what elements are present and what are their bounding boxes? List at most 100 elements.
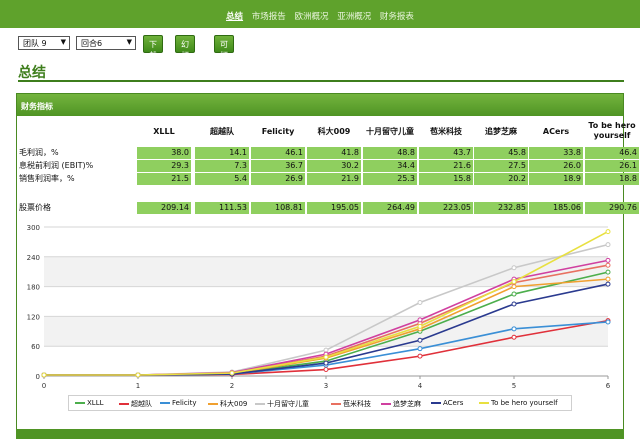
legend-item[interactable]: 超越队: [119, 399, 152, 409]
legend-item[interactable]: XLLL: [75, 399, 104, 407]
team-header: Felicity: [261, 127, 295, 136]
y-tick-label: 180: [27, 284, 40, 292]
legend-item[interactable]: Felicity: [160, 399, 197, 407]
row-label: 息税前利润 (EBIT)%: [19, 161, 94, 170]
x-tick-label: 2: [230, 382, 234, 390]
legend-swatch: [431, 402, 441, 404]
series-point: [605, 269, 611, 275]
top-nav: 总结 市场报告 欧洲概况 亚洲概况 财务报表: [0, 10, 640, 22]
slideshow-button[interactable]: 幻灯片: [175, 35, 195, 71]
series-point: [605, 257, 611, 263]
legend-item[interactable]: 追梦芝麻: [381, 399, 421, 409]
team-header: 苞米科技: [430, 127, 462, 136]
y-tick-label: 60: [31, 343, 40, 351]
series-point: [417, 337, 423, 343]
legend-swatch: [75, 402, 85, 404]
series-point: [605, 281, 611, 287]
legend-swatch: [381, 403, 391, 405]
nav-financial-statements[interactable]: 财务报表: [380, 10, 414, 22]
series-point: [511, 326, 517, 332]
legend-label: ACers: [443, 399, 464, 407]
table-cell: 18.8: [585, 173, 639, 185]
table-cell: 41.8: [307, 147, 361, 159]
legend-label: XLLL: [87, 399, 104, 407]
series-point: [605, 262, 611, 268]
table-cell: 20.2: [474, 173, 528, 185]
table-cell: 21.9: [307, 173, 361, 185]
title-divider: [18, 80, 624, 82]
table-cell: 26.0: [529, 160, 583, 172]
table-row: 毛利润，% 38.0 14.1 46.1 41.8 48.8 43.7 45.8 33.8 46.…: [17, 146, 639, 159]
bottom-bar: [16, 429, 624, 439]
legend-swatch: [208, 403, 218, 405]
series-point: [135, 372, 141, 378]
table-cell: 232.85: [474, 202, 528, 214]
row-label: 毛利润，%: [19, 148, 59, 157]
table-cell: 46.4: [585, 147, 639, 159]
table-cell: 264.49: [363, 202, 417, 214]
team-header: To be hero yourself: [588, 121, 636, 140]
table-cell: 21.5: [137, 173, 191, 185]
series-point: [511, 291, 517, 297]
series-point: [511, 279, 517, 285]
download-button[interactable]: 下载: [143, 35, 163, 60]
team-header: 科大009: [317, 127, 351, 136]
share-price-row: 股票价格 209.14 111.53 108.81 195.05 264.49 223.05…: [17, 201, 639, 214]
nav-europe-overview[interactable]: 欧洲概况: [294, 10, 328, 22]
nav-summary[interactable]: 总结: [226, 10, 243, 22]
team-header: 追梦芝麻: [485, 127, 517, 136]
round-select[interactable]: 回合6 ▼: [76, 36, 136, 50]
legend-label: 追梦芝麻: [393, 400, 421, 408]
legend-label: 超越队: [131, 400, 152, 408]
table-cell: 7.3: [195, 160, 249, 172]
legend-item[interactable]: 科大009: [208, 399, 247, 409]
table-cell: 34.4: [363, 160, 417, 172]
series-point: [417, 353, 423, 359]
table-cell: 27.5: [474, 160, 528, 172]
team-header: ACers: [542, 127, 570, 136]
table-cell: 29.3: [137, 160, 191, 172]
nav-asia-overview[interactable]: 亚洲概况: [337, 10, 371, 22]
row-label: 销售利润率，%: [19, 174, 75, 183]
legend-item[interactable]: 苞米科技: [331, 399, 371, 409]
series-point: [511, 334, 517, 340]
y-tick-label: 120: [27, 313, 40, 321]
panel-title: 财务指标: [17, 94, 623, 116]
series-point: [605, 242, 611, 248]
legend-item[interactable]: To be hero yourself: [479, 399, 558, 407]
team-select-value: 团队 9: [23, 39, 47, 48]
table-cell: 26.9: [251, 173, 305, 185]
team-select[interactable]: 团队 9 ▼: [18, 36, 70, 50]
series-point: [417, 346, 423, 352]
table-cell: 43.7: [419, 147, 473, 159]
grid-band: [44, 316, 608, 347]
table-cell: 14.1: [195, 147, 249, 159]
legend-swatch: [479, 402, 489, 404]
series-point: [417, 317, 423, 323]
table-cell: 36.7: [251, 160, 305, 172]
row-label: 股票价格: [19, 203, 51, 212]
legend-label: Felicity: [172, 399, 197, 407]
team-header: 十月留守儿童: [366, 127, 414, 136]
share-price-chart: 0 60 120 180 240 300 0 1 2 3 4 5 6: [27, 224, 611, 390]
series-point: [323, 347, 329, 353]
printable-version-button[interactable]: 可打印版本: [214, 35, 234, 93]
x-tick-label: 3: [324, 382, 328, 390]
chevron-down-icon: ▼: [126, 38, 132, 46]
table-cell: 46.1: [251, 147, 305, 159]
table-cell: 15.8: [419, 173, 473, 185]
series-point: [229, 370, 235, 376]
table-cell: 30.2: [307, 160, 361, 172]
table-cell: 209.14: [137, 202, 191, 214]
x-tick-label: 1: [136, 382, 140, 390]
table-cell: 195.05: [307, 202, 361, 214]
table-cell: 18.9: [529, 173, 583, 185]
team-header: XLLL: [153, 127, 175, 136]
legend-item[interactable]: 十月留守儿童: [255, 399, 309, 409]
x-tick-label: 6: [606, 382, 611, 390]
x-tick-label: 5: [512, 382, 516, 390]
table-row: 息税前利润 (EBIT)% 29.3 7.3 36.7 30.2 34.4 21.6 27.5…: [17, 159, 639, 172]
legend-swatch: [160, 402, 170, 404]
nav-market-report[interactable]: 市场报告: [252, 10, 286, 22]
legend-item[interactable]: ACers: [431, 399, 463, 407]
